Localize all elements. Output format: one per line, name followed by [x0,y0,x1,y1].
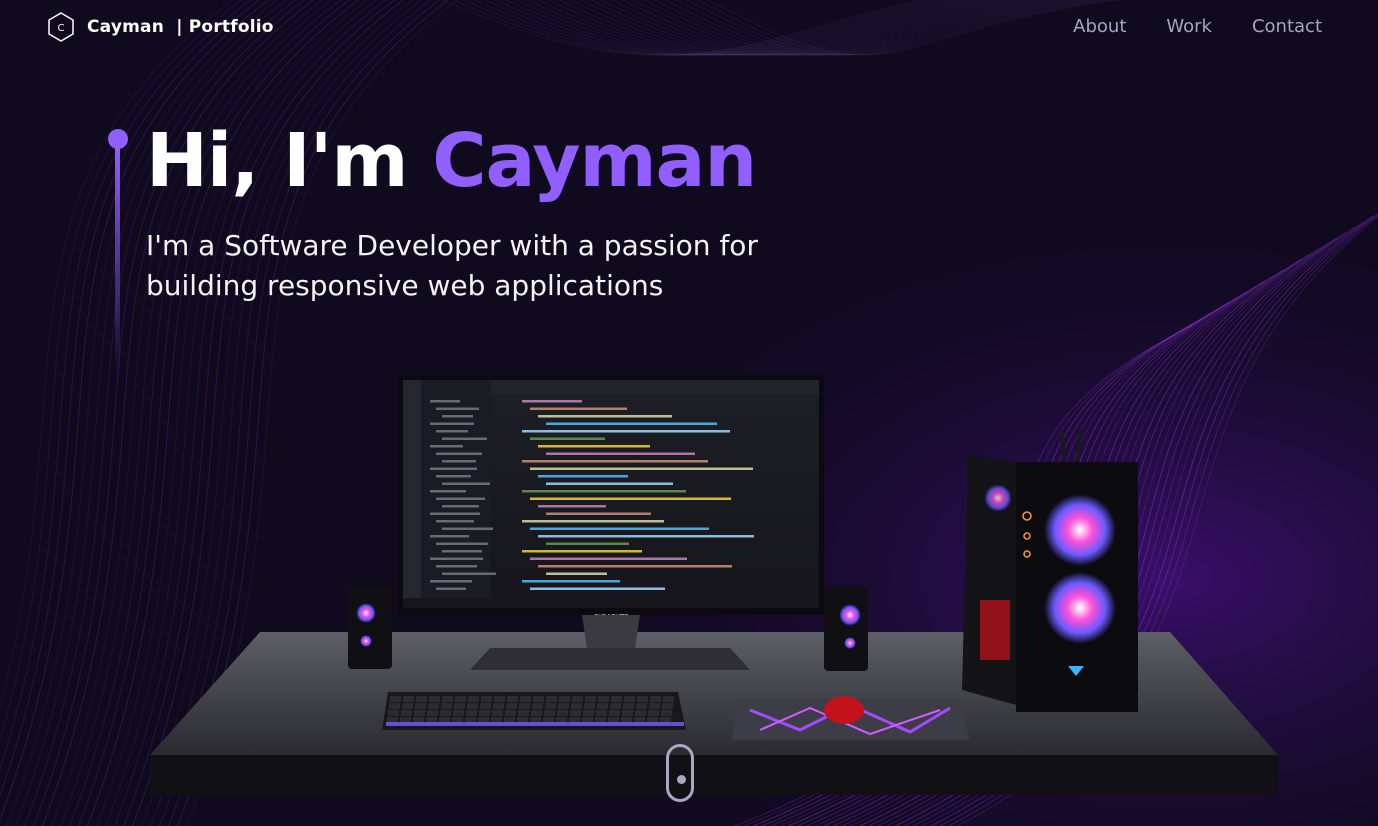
nav-link-about[interactable]: About [1073,16,1126,37]
speaker-left [348,585,392,669]
hero-timeline-line [115,146,120,376]
pc-case [962,429,1138,712]
mouse [824,696,864,724]
brand-name: Cayman | Portfolio [87,17,274,37]
top-navbar: C Cayman | Portfolio About Work Contact [0,0,1378,56]
keyboard [382,692,686,730]
hero-greeting: Hi, I'm [146,118,433,204]
svg-text:C: C [58,23,65,34]
hero-title: Hi, I'm Cayman [146,118,757,204]
scroll-mouse-icon[interactable] [666,744,694,802]
desk-edge [150,755,1278,795]
hexagon-c-icon: C [48,12,74,42]
brand-link[interactable]: C Cayman | Portfolio [47,12,274,42]
nav-links: About Work Contact [1073,16,1322,37]
nav-link-contact[interactable]: Contact [1252,16,1322,37]
scroll-dot [677,775,686,784]
hero-name: Cayman [432,118,757,204]
nav-link-work[interactable]: Work [1166,16,1212,37]
speaker-right [824,587,868,671]
desk-setup-3d-scene[interactable]: GIGABYTE [150,370,1280,800]
hero-subtitle: I'm a Software Developer with a passion … [146,229,758,302]
